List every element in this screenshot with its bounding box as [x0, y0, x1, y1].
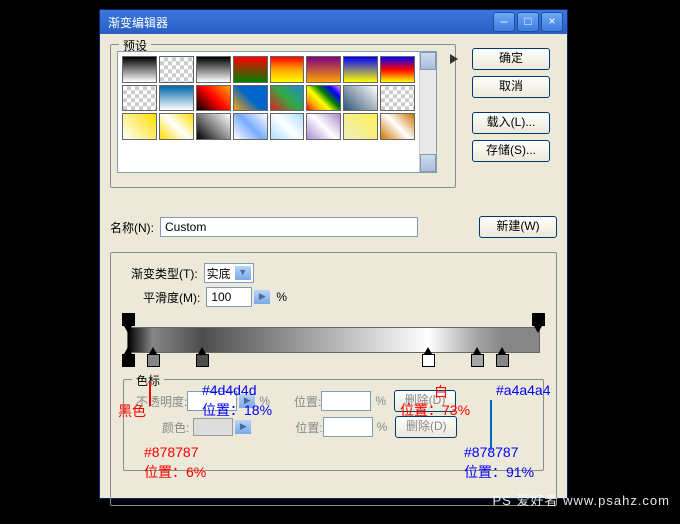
color-location-input[interactable] — [323, 417, 373, 437]
preset-swatch[interactable] — [122, 113, 157, 140]
preset-swatch[interactable] — [270, 56, 305, 83]
pct-suffix: % — [259, 394, 270, 408]
preset-swatch[interactable] — [196, 85, 231, 112]
preset-swatch[interactable] — [159, 85, 194, 112]
preset-swatch[interactable] — [233, 56, 268, 83]
cancel-button[interactable]: 取消 — [472, 76, 550, 98]
pct-suffix: % — [375, 394, 386, 408]
gradient-bar[interactable] — [127, 327, 540, 353]
color-stop-a4a4a4[interactable] — [471, 354, 484, 367]
delete-button[interactable]: 删除(D) — [394, 390, 456, 412]
gradient-type-label: 渐变类型(T): — [131, 265, 198, 282]
titlebar[interactable]: 渐变编辑器 – □ × — [100, 10, 567, 34]
new-button[interactable]: 新建(W) — [479, 216, 557, 238]
minimize-button[interactable]: – — [493, 12, 515, 32]
stops-legend: 色标 — [132, 372, 164, 389]
preset-swatch[interactable] — [380, 85, 415, 112]
chevron-down-icon: ▼ — [235, 266, 251, 280]
watermark: PS 爱好者 www.psahz.com — [493, 490, 671, 509]
preset-swatch[interactable] — [343, 56, 378, 83]
smoothness-label: 平滑度(M): — [143, 289, 200, 306]
color-label: 颜色: — [162, 419, 189, 436]
color-stop-white[interactable] — [422, 354, 435, 367]
preset-swatch[interactable] — [306, 85, 341, 112]
opacity-label: 不透明度: — [136, 393, 187, 410]
preset-swatch[interactable] — [343, 113, 378, 140]
preset-swatch[interactable] — [380, 56, 415, 83]
presets-box — [117, 51, 437, 173]
close-button[interactable]: × — [541, 12, 563, 32]
smoothness-input[interactable] — [206, 287, 252, 307]
preset-swatch[interactable] — [270, 113, 305, 140]
opacity-location-input[interactable] — [321, 391, 371, 411]
delete-button-2[interactable]: 删除(D) — [395, 416, 457, 438]
preset-swatch[interactable] — [159, 56, 194, 83]
chevron-right-icon[interactable]: ▶ — [235, 420, 251, 434]
preset-swatch[interactable] — [196, 56, 231, 83]
dialog-title: 渐变编辑器 — [104, 14, 491, 31]
opacity-input[interactable] — [187, 391, 237, 411]
preset-swatch[interactable] — [159, 113, 194, 140]
preset-swatch[interactable] — [380, 113, 415, 140]
pct-suffix: % — [377, 420, 388, 434]
chevron-right-icon[interactable]: ▶ — [254, 290, 270, 304]
location-label: 位置: — [294, 393, 321, 410]
smoothness-suffix: % — [276, 290, 287, 304]
preset-swatch[interactable] — [122, 85, 157, 112]
color-swatch[interactable] — [193, 418, 233, 436]
scroll-down-icon[interactable] — [420, 154, 436, 172]
gradient-editor-dialog: 渐变编辑器 – □ × 预设 — [99, 9, 568, 499]
preset-swatch[interactable] — [122, 56, 157, 83]
load-button[interactable]: 载入(L)... — [472, 112, 550, 134]
color-stop-878787-1[interactable] — [147, 354, 160, 367]
save-button[interactable]: 存储(S)... — [472, 140, 550, 162]
preset-swatch[interactable] — [233, 113, 268, 140]
maximize-button[interactable]: □ — [517, 12, 539, 32]
chevron-right-icon[interactable]: ▶ — [239, 394, 255, 408]
preset-swatch[interactable] — [306, 113, 341, 140]
name-label: 名称(N): — [110, 219, 154, 236]
gradient-type-select[interactable]: 实底 ▼ — [204, 263, 254, 283]
annotation-line-icon — [490, 400, 492, 450]
location-label-2: 位置: — [295, 419, 322, 436]
opacity-stop[interactable] — [122, 313, 135, 326]
color-stop-878787-2[interactable] — [496, 354, 509, 367]
presets-scrollbar[interactable] — [419, 52, 436, 172]
opacity-stop[interactable] — [532, 313, 545, 326]
color-stop-black[interactable] — [122, 354, 135, 367]
ok-button[interactable]: 确定 — [472, 48, 550, 70]
play-icon[interactable] — [450, 54, 458, 64]
preset-swatch[interactable] — [306, 56, 341, 83]
color-stop-4d4d4d[interactable] — [196, 354, 209, 367]
scroll-up-icon[interactable] — [420, 52, 436, 70]
preset-swatch[interactable] — [343, 85, 378, 112]
preset-swatches[interactable] — [118, 52, 419, 172]
gradient-type-value: 实底 — [207, 265, 231, 282]
preset-swatch[interactable] — [233, 85, 268, 112]
name-input[interactable] — [160, 217, 418, 237]
annotation-line-icon — [149, 382, 151, 406]
preset-swatch[interactable] — [196, 113, 231, 140]
preset-swatch[interactable] — [270, 85, 305, 112]
